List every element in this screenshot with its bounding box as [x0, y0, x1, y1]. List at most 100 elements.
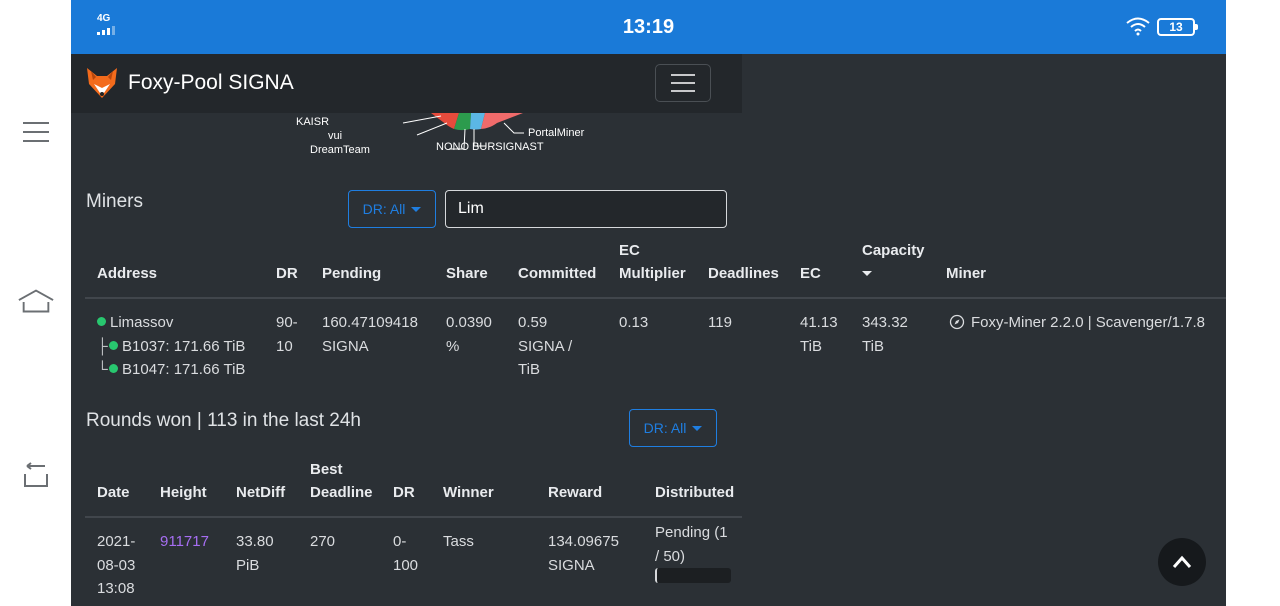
sort-desc-icon: [862, 271, 872, 276]
online-status-icon: [109, 364, 118, 373]
miner-pending-line2: SIGNA: [322, 337, 369, 355]
miner-ec-line2: TiB: [800, 337, 822, 355]
col-address[interactable]: Address: [97, 262, 157, 285]
miner-pending-line1: 160.47109418: [322, 314, 418, 331]
round-dr-line1: 0-: [393, 533, 407, 550]
rounds-header-divider: [85, 516, 742, 518]
col-best-deadline-line2: Deadline: [310, 484, 373, 501]
round-netdiff-line2: PiB: [236, 556, 260, 574]
brand-name[interactable]: Foxy-Pool SIGNA: [128, 71, 294, 95]
col-ec-multiplier-line2: Multiplier: [619, 265, 686, 282]
scroll-to-top-button[interactable]: [1158, 538, 1206, 586]
rounds-title: Rounds won | 113 in the last 24h: [86, 410, 361, 431]
round-reward-line2: SIGNA: [548, 556, 595, 574]
col-committed[interactable]: Committed: [518, 262, 596, 285]
col-date[interactable]: Date: [97, 481, 130, 504]
miner-sub-1: B1037: 171.66 TiB: [122, 337, 246, 355]
miner-share-cell: 0.0390 %: [446, 311, 492, 358]
round-netdiff-line1: 33.80: [236, 533, 274, 550]
miner-search-input[interactable]: [445, 190, 727, 228]
round-winner-cell: Tass: [443, 533, 474, 550]
miner-share-line1: 0.0390: [446, 314, 492, 331]
col-best-deadline-line1: Best: [310, 461, 343, 478]
round-reward-cell: 134.09675 SIGNA: [548, 530, 619, 577]
col-best-deadline[interactable]: Best Deadline: [310, 458, 373, 504]
miner-capacity-line1: 343.32: [862, 314, 908, 331]
dr-filter-label: DR: All: [362, 201, 406, 217]
miner-deadlines-cell: 119: [708, 314, 732, 331]
miner-capacity-cell: 343.32 TiB: [862, 311, 908, 358]
round-date-line1: 2021-: [97, 533, 136, 550]
col-ec[interactable]: EC: [800, 262, 821, 285]
round-date-line2: 08-03: [97, 556, 136, 574]
miner-ec-multiplier-cell: 0.13: [619, 314, 649, 331]
pie-label-kaisr: KAISR: [296, 116, 330, 128]
status-bar: 4G 13:19 13: [71, 0, 1226, 54]
col-ec-multiplier-line1: EC: [619, 242, 640, 259]
miners-title: Miners: [86, 191, 144, 212]
miner-dr-cell: 90- 10: [276, 311, 298, 358]
online-status-icon: [109, 340, 118, 350]
caret-down-icon: [692, 425, 703, 431]
chevron-up-icon: [1172, 555, 1192, 568]
rounds-dr-filter-dropdown[interactable]: DR: All: [629, 409, 717, 447]
miner-software: Foxy-Miner 2.2.0 | Scavenger/1.7.8: [971, 314, 1206, 331]
clock: 13:19: [622, 16, 675, 38]
miner-committed-line2: SIGNA /: [518, 337, 573, 355]
col-pending[interactable]: Pending: [322, 262, 381, 285]
col-round-dr[interactable]: DR: [393, 481, 415, 504]
home-icon[interactable]: [17, 287, 55, 317]
round-dr-cell: 0- 100: [393, 530, 418, 577]
miner-capacity-line2: TiB: [862, 337, 884, 355]
pie-label-portalminer: PortalMiner: [528, 127, 585, 139]
col-capacity-label: Capacity: [862, 242, 925, 259]
round-reward-line1: 134.09675: [548, 533, 619, 550]
col-capacity[interactable]: Capacity: [862, 239, 925, 285]
round-date-cell: 2021- 08-03 13:08: [97, 530, 135, 601]
miner-name[interactable]: Limassov: [110, 314, 173, 331]
table-header-divider: [85, 297, 1226, 299]
round-date-line3: 13:08: [97, 580, 135, 597]
col-share[interactable]: Share: [446, 262, 488, 285]
miner-ec-cell: 41.13 TiB: [800, 311, 838, 358]
round-distributed-line1: Pending (1: [655, 524, 728, 541]
miner-pending-cell: 160.47109418 SIGNA: [322, 311, 418, 358]
pool-share-pie-fragment: KAISR vui DreamTeam PortalMiner NONO BUR…: [271, 113, 584, 161]
col-winner[interactable]: Winner: [443, 481, 494, 504]
miner-address-cell: Limassov ├ B1037: 171.66 TiB └ B1047: 171.…: [97, 314, 246, 378]
round-height-link[interactable]: 911717: [160, 530, 209, 554]
fox-logo-icon[interactable]: [85, 66, 119, 105]
miner-ec-line1: 41.13: [800, 314, 838, 331]
col-dr[interactable]: DR: [276, 262, 298, 285]
menu-icon[interactable]: [17, 117, 55, 147]
wifi-icon: [1125, 16, 1151, 41]
miner-committed-line3: TiB: [518, 361, 540, 378]
compass-icon: [949, 314, 965, 330]
distribution-progress-bar: [655, 568, 731, 583]
pie-label-vui: vui: [328, 130, 343, 142]
col-deadlines[interactable]: Deadlines: [708, 262, 779, 285]
caret-down-icon: [411, 206, 422, 212]
miner-sub-2: B1047: 171.66 TiB: [122, 361, 246, 378]
col-ec-multiplier[interactable]: EC Multiplier: [619, 239, 686, 285]
right-edge: [1226, 0, 1280, 606]
pie-label-dreamteam: DreamTeam: [310, 144, 370, 156]
online-status-icon: [97, 317, 106, 326]
col-miner[interactable]: Miner: [946, 262, 986, 285]
miner-dr-line2: 10: [276, 337, 293, 355]
miner-software-cell: Foxy-Miner 2.2.0 | Scavenger/1.7.8: [949, 311, 1205, 335]
navbar-toggle-button[interactable]: [655, 64, 711, 102]
battery-indicator: 13: [1157, 18, 1198, 36]
col-distributed[interactable]: Distributed: [655, 481, 734, 504]
col-netdiff[interactable]: NetDiff: [236, 481, 285, 504]
miners-dr-filter-dropdown[interactable]: DR: All: [348, 190, 436, 228]
round-netdiff-cell: 33.80 PiB: [236, 530, 274, 577]
miner-committed-line1: 0.59: [518, 314, 548, 331]
miner-share-line2: %: [446, 337, 460, 355]
col-height[interactable]: Height: [160, 481, 207, 504]
back-icon[interactable]: [17, 460, 55, 490]
col-reward[interactable]: Reward: [548, 481, 602, 504]
pie-label-nono: NONO BURSIGNAST: [436, 141, 544, 153]
dr-filter-label: DR: All: [643, 420, 687, 436]
round-distributed-cell: Pending (1 / 50): [655, 521, 728, 568]
